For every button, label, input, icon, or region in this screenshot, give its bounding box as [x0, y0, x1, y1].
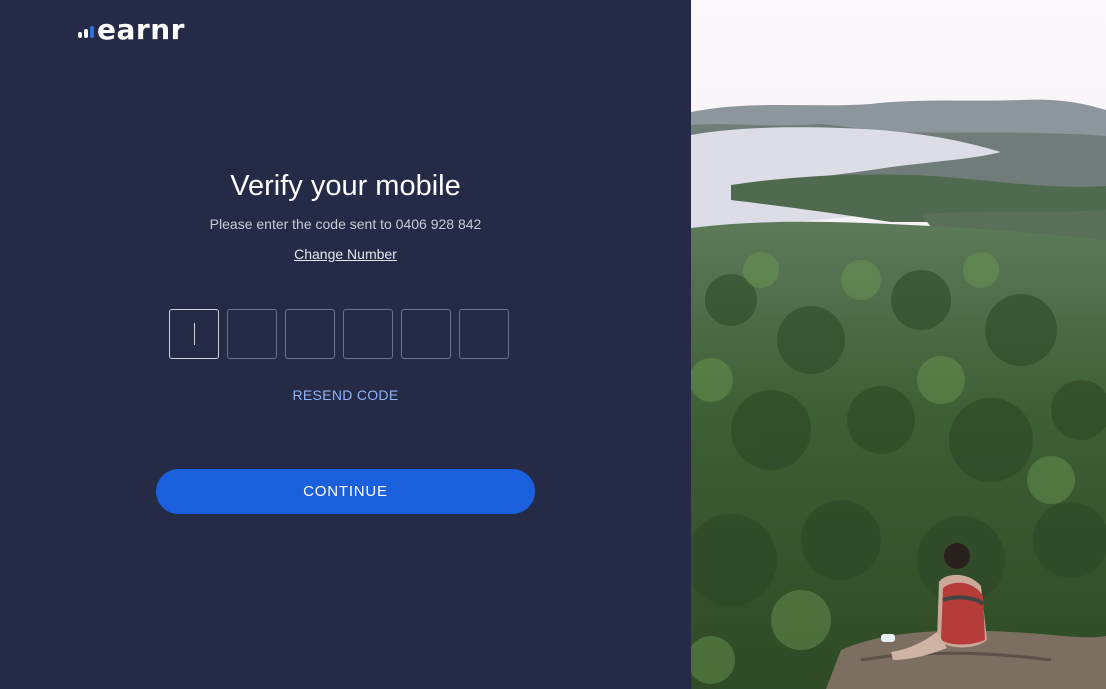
signal-bars-icon: [78, 26, 94, 38]
otp-digit-1[interactable]: [169, 309, 219, 359]
change-number-link[interactable]: Change Number: [294, 246, 397, 262]
otp-digit-4[interactable]: [343, 309, 393, 359]
landscape-photo: [691, 0, 1106, 689]
text-caret: [193, 323, 195, 345]
otp-digit-2[interactable]: [227, 309, 277, 359]
otp-digit-3[interactable]: [285, 309, 335, 359]
code-sent-message: Please enter the code sent to 0406 928 8…: [209, 216, 482, 232]
logo-text: earnr: [97, 13, 185, 46]
otp-input-group: [169, 309, 509, 359]
page-title: Verify your mobile: [230, 170, 461, 202]
continue-button[interactable]: CONTINUE: [156, 469, 535, 514]
brand-logo[interactable]: earnr: [78, 14, 185, 46]
verify-panel: earnr Verify your mobile Please enter th…: [0, 0, 691, 689]
resend-code-link[interactable]: RESEND CODE: [0, 385, 691, 405]
hero-image: [691, 0, 1106, 689]
otp-digit-6[interactable]: [459, 309, 509, 359]
otp-digit-5[interactable]: [401, 309, 451, 359]
